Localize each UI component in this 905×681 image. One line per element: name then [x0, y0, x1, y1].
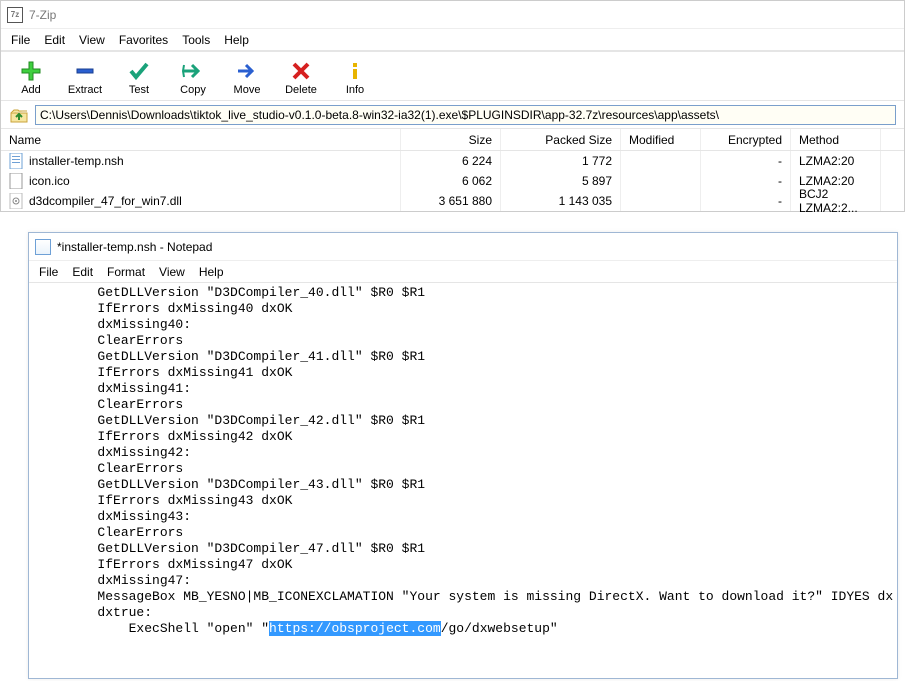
file-packed: 5 897 — [501, 171, 621, 191]
col-method[interactable]: Method — [791, 129, 881, 150]
tool-extract[interactable]: Extract — [65, 60, 105, 96]
7zip-app-icon: 7z — [7, 7, 23, 23]
file-encrypted: - — [701, 151, 791, 171]
col-modified[interactable]: Modified — [621, 129, 701, 150]
menu-favorites[interactable]: Favorites — [119, 33, 168, 47]
file-packed: 1 143 035 — [501, 191, 621, 211]
notepad-window: *installer-temp.nsh - Notepad File Edit … — [28, 232, 898, 679]
file-modified — [621, 151, 701, 171]
col-encrypted[interactable]: Encrypted — [701, 129, 791, 150]
7zip-menubar: File Edit View Favorites Tools Help — [1, 29, 904, 51]
np-menu-help[interactable]: Help — [199, 265, 224, 279]
file-listview: Name Size Packed Size Modified Encrypted… — [1, 129, 904, 211]
notepad-app-icon — [35, 239, 51, 255]
tool-test[interactable]: Test — [119, 60, 159, 96]
file-icon — [9, 173, 23, 189]
file-modified — [621, 171, 701, 191]
file-encrypted: - — [701, 191, 791, 211]
file-name: installer-temp.nsh — [29, 154, 124, 168]
notepad-title: *installer-temp.nsh - Notepad — [57, 240, 212, 254]
notepad-titlebar[interactable]: *installer-temp.nsh - Notepad — [29, 233, 897, 261]
np-menu-file[interactable]: File — [39, 265, 58, 279]
np-menu-format[interactable]: Format — [107, 265, 145, 279]
7zip-pathbar — [1, 101, 904, 129]
path-input[interactable] — [35, 105, 896, 125]
file-size: 3 651 880 — [401, 191, 501, 211]
menu-help[interactable]: Help — [224, 33, 249, 47]
np-menu-view[interactable]: View — [159, 265, 185, 279]
move-arrow-icon — [235, 60, 259, 82]
file-name: icon.ico — [29, 174, 70, 188]
copy-arrow-icon — [181, 60, 205, 82]
tool-delete[interactable]: Delete — [281, 60, 321, 96]
minus-icon — [73, 60, 97, 82]
file-method: BCJ2 LZMA2:2... — [791, 191, 881, 211]
notepad-text-area[interactable]: GetDLLVersion "D3DCompiler_40.dll" $R0 $… — [29, 283, 897, 639]
col-packed[interactable]: Packed Size — [501, 129, 621, 150]
file-size: 6 224 — [401, 151, 501, 171]
menu-view[interactable]: View — [79, 33, 105, 47]
tool-move[interactable]: Move — [227, 60, 267, 96]
plus-icon — [19, 60, 43, 82]
np-menu-edit[interactable]: Edit — [72, 265, 93, 279]
file-icon — [9, 153, 23, 169]
listview-body: installer-temp.nsh 6 2241 772 -LZMA2:20 ico… — [1, 151, 904, 211]
file-encrypted: - — [701, 171, 791, 191]
file-size: 6 062 — [401, 171, 501, 191]
menu-edit[interactable]: Edit — [44, 33, 65, 47]
7zip-window: 7z 7-Zip File Edit View Favorites Tools … — [0, 0, 905, 212]
7zip-titlebar[interactable]: 7z 7-Zip — [1, 1, 904, 29]
file-name: d3dcompiler_47_for_win7.dll — [29, 194, 182, 208]
selected-text: https://obsproject.com — [269, 621, 441, 636]
file-packed: 1 772 — [501, 151, 621, 171]
file-method: LZMA2:20 — [791, 151, 881, 171]
7zip-title: 7-Zip — [29, 8, 56, 22]
file-icon — [9, 193, 23, 209]
tool-add[interactable]: Add — [11, 60, 51, 96]
info-icon — [343, 60, 367, 82]
table-row[interactable]: icon.ico6 0625 897-LZMA2:20 — [1, 171, 904, 191]
table-row[interactable]: d3dcompiler_47_for_win7.dll 3 651 8801 14… — [1, 191, 904, 211]
file-modified — [621, 191, 701, 211]
menu-tools[interactable]: Tools — [182, 33, 210, 47]
menu-file[interactable]: File — [11, 33, 30, 47]
up-folder-icon[interactable] — [9, 105, 29, 125]
7zip-toolbar: Add Extract Test Copy Move — [1, 51, 904, 101]
tool-copy[interactable]: Copy — [173, 60, 213, 96]
check-icon — [127, 60, 151, 82]
x-icon — [289, 60, 313, 82]
col-name[interactable]: Name — [1, 129, 401, 150]
col-size[interactable]: Size — [401, 129, 501, 150]
listview-header[interactable]: Name Size Packed Size Modified Encrypted… — [1, 129, 904, 151]
table-row[interactable]: installer-temp.nsh 6 2241 772 -LZMA2:20 — [1, 151, 904, 171]
notepad-menubar: File Edit Format View Help — [29, 261, 897, 283]
tool-info[interactable]: Info — [335, 60, 375, 96]
